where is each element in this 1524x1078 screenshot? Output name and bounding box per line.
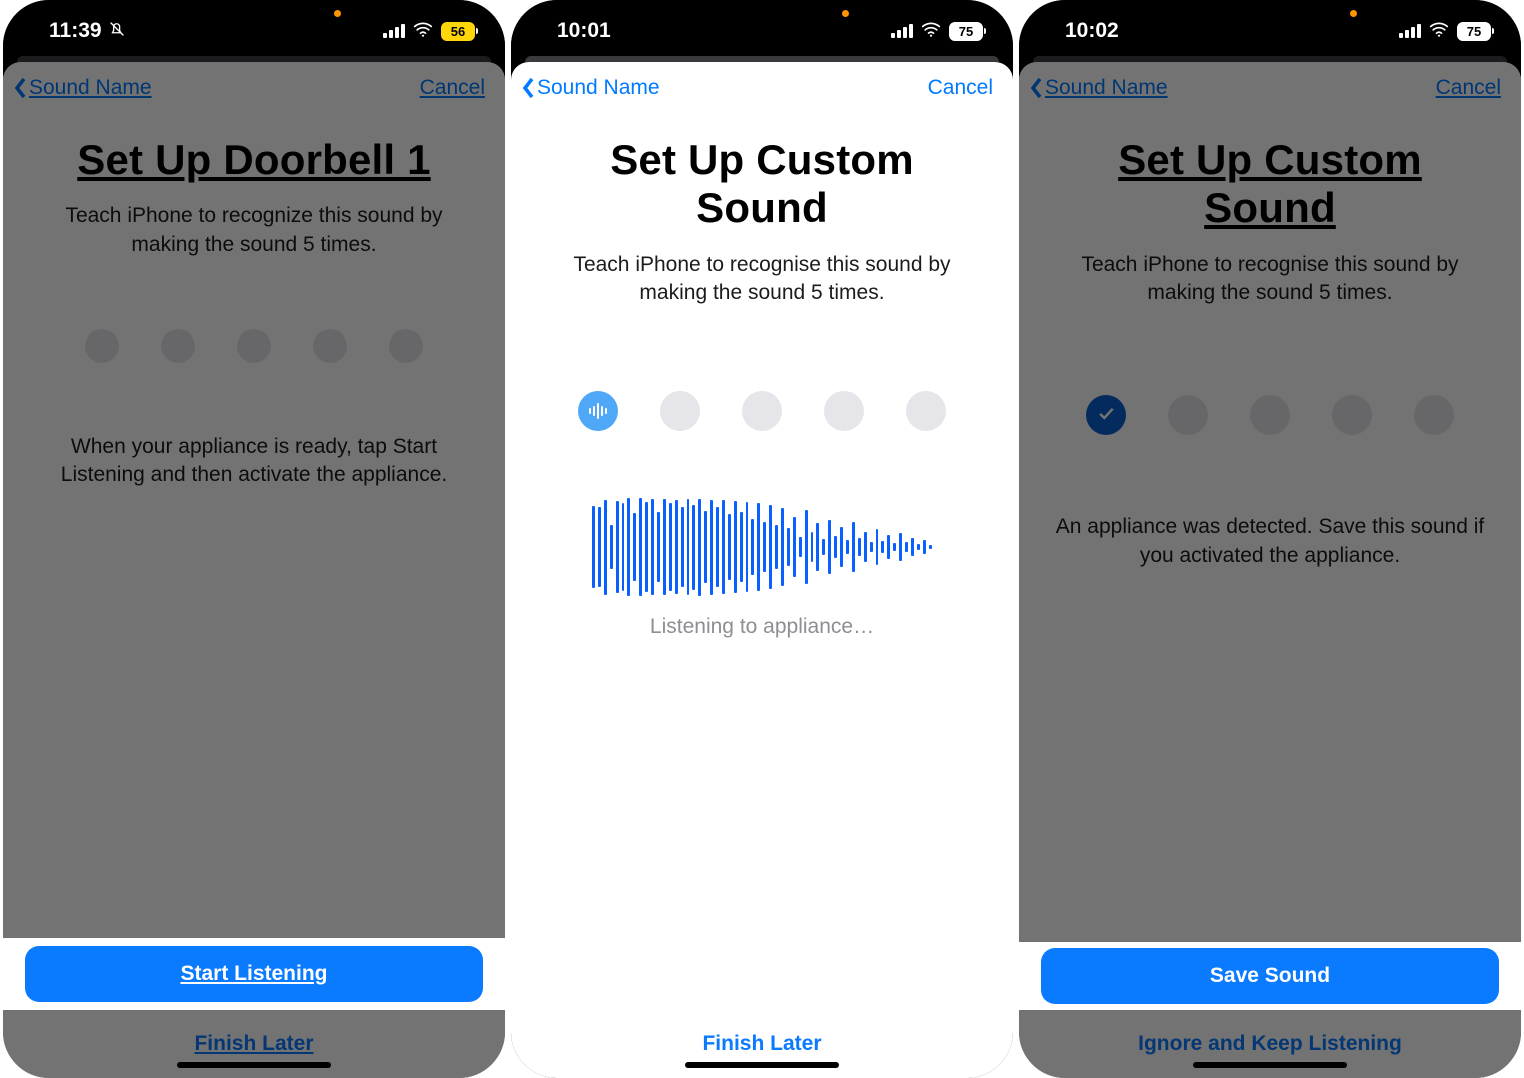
back-button[interactable]: Sound Name — [13, 76, 152, 100]
progress-dot — [1414, 395, 1454, 435]
status-time: 10:02 — [1065, 19, 1119, 43]
progress-dot — [313, 329, 347, 363]
battery-indicator: 75 — [1457, 22, 1491, 41]
progress-dot — [85, 329, 119, 363]
nav-bar: Sound Name Cancel — [1019, 62, 1521, 106]
ignore-keep-listening-button[interactable]: Ignore and Keep Listening — [1041, 1014, 1499, 1064]
progress-dot — [906, 391, 946, 431]
status-bar: 10:01 75 — [511, 0, 1013, 52]
cancel-button[interactable]: Cancel — [420, 76, 485, 100]
status-bar: 10:02 75 — [1019, 0, 1521, 52]
progress-dot — [1168, 395, 1208, 435]
chevron-left-icon — [521, 76, 535, 100]
waveform-icon — [589, 403, 607, 419]
progress-dots — [85, 329, 423, 363]
audio-waveform — [592, 487, 932, 607]
home-indicator[interactable] — [177, 1062, 331, 1068]
cancel-button[interactable]: Cancel — [1436, 76, 1501, 100]
mic-indicator-dot — [1350, 10, 1357, 17]
bell-slash-icon — [108, 20, 126, 43]
back-label: Sound Name — [29, 76, 152, 100]
progress-dot — [660, 391, 700, 431]
progress-dot — [1250, 395, 1290, 435]
nav-bar: Sound Name Cancel — [511, 62, 1013, 106]
hint-text: When your appliance is ready, tap Start … — [31, 433, 477, 490]
page-subtitle: Teach iPhone to recognize this sound by … — [31, 202, 477, 259]
home-indicator[interactable] — [1193, 1062, 1347, 1068]
phone-screen-2: 10:01 75 Sound Name Cancel Set Up Cus — [511, 0, 1013, 1078]
mic-indicator-dot — [842, 10, 849, 17]
progress-dot — [237, 329, 271, 363]
page-subtitle: Teach iPhone to recognise this sound by … — [539, 251, 985, 308]
page-title: Set Up Doorbell 1 — [77, 136, 430, 184]
cellular-icon — [891, 24, 913, 38]
hint-text: An appliance was detected. Save this sou… — [1047, 513, 1493, 570]
page-title: Set Up Custom Sound — [1047, 136, 1493, 233]
mic-indicator-dot — [334, 10, 341, 17]
battery-indicator: 56 — [441, 22, 475, 41]
cellular-icon — [383, 24, 405, 38]
modal-sheet: Sound Name Cancel Set Up Custom Sound Te… — [511, 62, 1013, 1078]
progress-dot-done — [1086, 395, 1126, 435]
status-time: 10:01 — [557, 19, 611, 43]
wifi-icon — [921, 19, 941, 43]
page-subtitle: Teach iPhone to recognise this sound by … — [1047, 251, 1493, 308]
nav-bar: Sound Name Cancel — [3, 62, 505, 106]
modal-sheet: Sound Name Cancel Set Up Custom Sound Te… — [1019, 62, 1521, 1078]
progress-dots — [1086, 395, 1454, 435]
modal-sheet: Sound Name Cancel Set Up Doorbell 1 Teac… — [3, 62, 505, 1078]
progress-dots — [578, 391, 946, 431]
chevron-left-icon — [1029, 76, 1043, 100]
status-time: 11:39 — [49, 19, 102, 43]
progress-dot — [824, 391, 864, 431]
listening-status: Listening to appliance… — [650, 615, 874, 639]
back-label: Sound Name — [1045, 76, 1168, 100]
home-indicator[interactable] — [685, 1062, 839, 1068]
finish-later-button[interactable]: Finish Later — [533, 1014, 991, 1064]
progress-dot — [742, 391, 782, 431]
back-button[interactable]: Sound Name — [521, 76, 660, 100]
chevron-left-icon — [13, 76, 27, 100]
wifi-icon — [413, 19, 433, 43]
progress-dot — [1332, 395, 1372, 435]
progress-dot — [161, 329, 195, 363]
back-label: Sound Name — [537, 76, 660, 100]
page-title: Set Up Custom Sound — [539, 136, 985, 233]
start-listening-button[interactable]: Start Listening — [25, 946, 483, 1002]
status-bar: 11:39 56 — [3, 0, 505, 52]
checkmark-icon — [1096, 403, 1116, 428]
battery-indicator: 75 — [949, 22, 983, 41]
cancel-button[interactable]: Cancel — [928, 76, 993, 100]
finish-later-button[interactable]: Finish Later — [25, 1014, 483, 1064]
wifi-icon — [1429, 19, 1449, 43]
back-button[interactable]: Sound Name — [1029, 76, 1168, 100]
progress-dot-active — [578, 391, 618, 431]
progress-dot — [389, 329, 423, 363]
phone-screen-3: 10:02 75 Sound Name Cancel Set — [1019, 0, 1521, 1078]
cellular-icon — [1399, 24, 1421, 38]
save-sound-button[interactable]: Save Sound — [1041, 948, 1499, 1004]
phone-screen-1: 11:39 56 Sound Name Can — [3, 0, 505, 1078]
